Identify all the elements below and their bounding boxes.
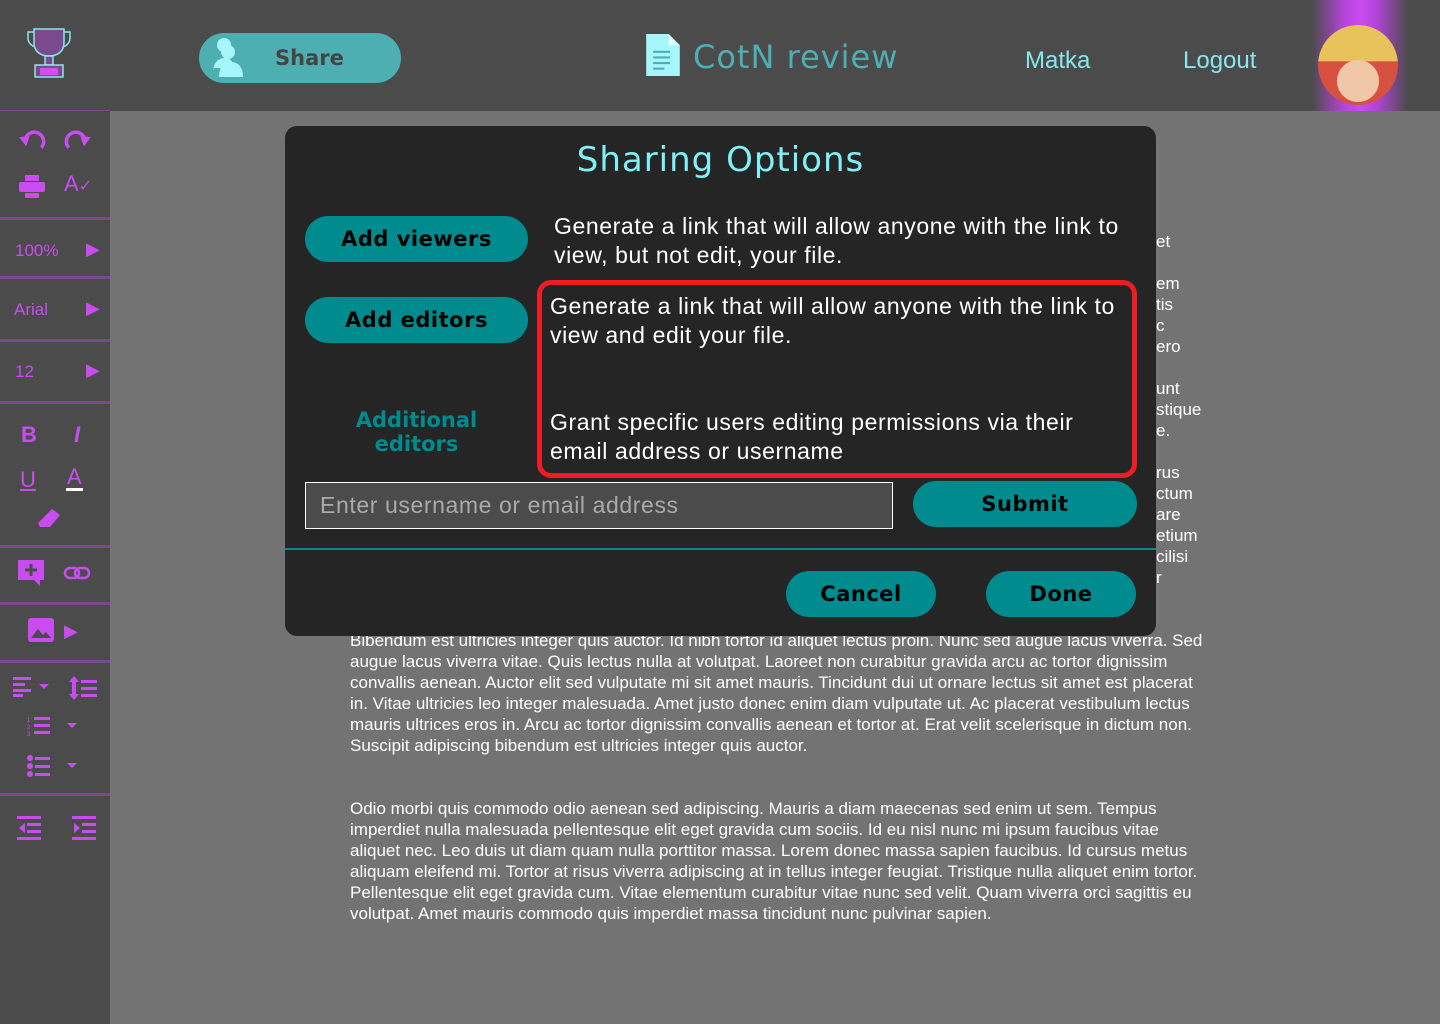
redo-icon[interactable] (64, 129, 92, 157)
toolbar-sidebar: A✓ 100% ▶ Arial ▶ 12 ▶ B I U A ▶ 123 (0, 111, 110, 1024)
image-arrow-icon[interactable]: ▶ (64, 621, 78, 642)
link-icon[interactable] (63, 566, 91, 580)
insert-image-icon[interactable] (28, 618, 54, 642)
font-size-arrow-icon[interactable]: ▶ (86, 360, 100, 381)
align-left-icon[interactable] (13, 677, 53, 697)
italic-button[interactable]: I (74, 422, 80, 448)
increase-indent-icon[interactable] (72, 816, 96, 840)
sharing-options-dialog: Sharing Options Add viewers Generate a l… (285, 126, 1156, 636)
bullet-list-icon[interactable] (27, 755, 81, 777)
done-button[interactable]: Done (986, 571, 1136, 617)
numbered-list-icon[interactable]: 123 (27, 715, 81, 737)
document-paragraph[interactable]: Odio morbi quis commodo odio aenean sed … (350, 798, 1210, 924)
zoom-level[interactable]: 100% (15, 241, 58, 261)
user-name-link[interactable]: Matka (1025, 47, 1090, 75)
share-button[interactable]: Share (199, 33, 401, 83)
text-color-button[interactable]: A (66, 466, 83, 491)
submit-button[interactable]: Submit (913, 481, 1137, 527)
add-comment-icon[interactable] (18, 560, 44, 586)
svg-text:2: 2 (27, 725, 31, 731)
avatar[interactable] (1318, 25, 1398, 105)
eraser-icon[interactable] (38, 509, 62, 529)
font-size-select[interactable]: 12 (15, 362, 34, 382)
font-family-select[interactable]: Arial (14, 300, 48, 320)
cancel-button[interactable]: Cancel (786, 571, 936, 617)
add-editors-description: Generate a link that will allow anyone w… (550, 293, 1115, 348)
line-spacing-icon[interactable] (69, 676, 97, 700)
underline-button[interactable]: U (20, 467, 36, 493)
bold-button[interactable]: B (21, 422, 37, 448)
top-bar: Share CotN review Matka Logout (0, 0, 1440, 111)
add-editors-button[interactable]: Add editors (305, 297, 528, 343)
users-icon (213, 38, 243, 77)
trophy-logo-icon[interactable] (26, 26, 72, 78)
print-icon[interactable] (19, 175, 45, 199)
decrease-indent-icon[interactable] (17, 816, 41, 840)
document-title[interactable]: CotN review (693, 38, 898, 76)
logout-link[interactable]: Logout (1183, 47, 1256, 75)
additional-editors-description: Grant specific users editing permissions… (550, 409, 1074, 464)
divider (285, 548, 1156, 550)
document-icon (646, 34, 680, 76)
font-arrow-icon[interactable]: ▶ (86, 298, 100, 319)
document-text-hidden: et em tis c ero unt stique e. rus ctum a… (1156, 232, 1202, 587)
document-paragraph[interactable]: Bibendum est ultricies integer quis auct… (350, 630, 1210, 756)
username-email-input[interactable] (305, 482, 893, 529)
dialog-title: Sharing Options (576, 140, 865, 180)
share-label: Share (275, 46, 344, 70)
svg-text:1: 1 (27, 718, 31, 724)
spellcheck-icon[interactable]: A✓ (64, 171, 92, 197)
add-viewers-button[interactable]: Add viewers (305, 216, 528, 262)
additional-editors-label: Additional editors (355, 408, 478, 456)
zoom-arrow-icon[interactable]: ▶ (86, 239, 100, 260)
add-viewers-description: Generate a link that will allow anyone w… (554, 213, 1119, 268)
undo-icon[interactable] (18, 129, 46, 157)
svg-text:3: 3 (27, 732, 31, 737)
